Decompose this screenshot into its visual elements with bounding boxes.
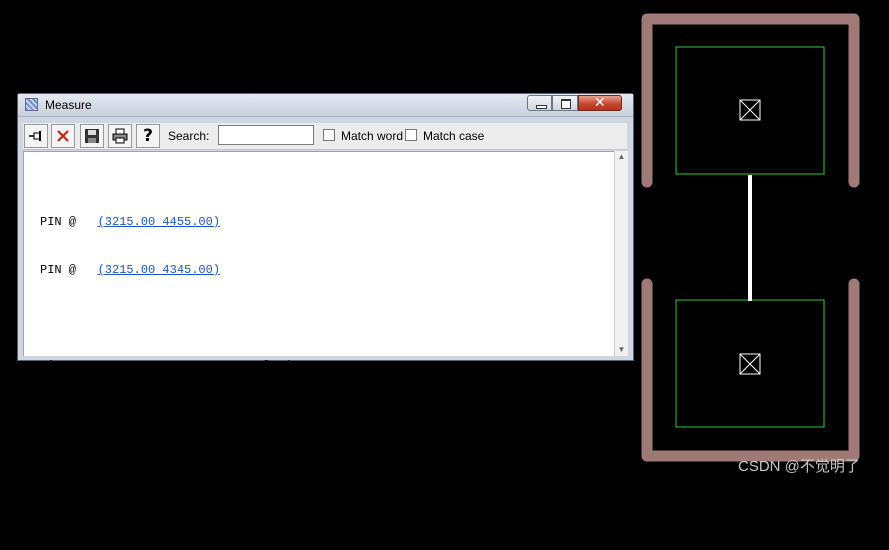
maximize-icon bbox=[561, 99, 571, 109]
manhattan-line: Manhattan Dist = 110.0000 Dx = 0.0000 Dy… bbox=[40, 407, 429, 421]
scroll-up-icon[interactable]: ▲ bbox=[616, 151, 627, 163]
lower-pin-origin-icon bbox=[739, 353, 761, 375]
save-button[interactable] bbox=[80, 124, 104, 148]
pick-angle-line: Pick Angle = 90.0000 degree bbox=[40, 455, 271, 469]
match-case-label: Match case bbox=[423, 129, 485, 143]
close-button[interactable]: ✕ bbox=[578, 95, 622, 111]
search-label: Search: bbox=[168, 129, 210, 143]
print-icon bbox=[112, 128, 128, 144]
save-icon bbox=[85, 129, 99, 143]
match-case-checkbox[interactable] bbox=[405, 129, 417, 141]
search-input[interactable] bbox=[218, 125, 314, 145]
measure-report-pane[interactable]: PIN @ (3215.00 4455.00) PIN @ (3215.00 4… bbox=[23, 151, 615, 517]
delete-icon bbox=[57, 130, 69, 142]
upper-pin-origin-icon bbox=[739, 99, 761, 121]
lower-silkscreen-outline bbox=[641, 278, 860, 462]
pin-button[interactable] bbox=[24, 124, 48, 148]
pin-line-1: PIN @ (3215.00 4455.00) bbox=[40, 214, 429, 230]
title-bar[interactable]: Measure ✕ bbox=[18, 94, 633, 117]
minimize-icon bbox=[536, 105, 547, 109]
dist-line: Dist = 110.0000 Total Dist = 110.0000 bbox=[40, 359, 386, 373]
print-button[interactable] bbox=[108, 124, 132, 148]
measure-report: PIN @ (3215.00 4455.00) PIN @ (3215.00 4… bbox=[40, 182, 429, 550]
match-word-checkbox[interactable] bbox=[323, 129, 335, 141]
pin-icon bbox=[29, 131, 41, 141]
vertical-scrollbar[interactable]: ▲ ▼ bbox=[614, 151, 628, 356]
match-word-label: Match word bbox=[341, 129, 404, 143]
help-button[interactable]: ? bbox=[136, 124, 160, 148]
window-title: Measure bbox=[45, 98, 92, 112]
pin-coordinate-link-1[interactable]: (3215.00 4455.00) bbox=[98, 215, 220, 229]
minimize-button[interactable] bbox=[527, 95, 552, 111]
scroll-down-icon[interactable]: ▼ bbox=[616, 344, 627, 356]
pin-label-1: PIN @ bbox=[40, 215, 98, 229]
close-icon: ✕ bbox=[594, 95, 606, 111]
help-icon: ? bbox=[143, 126, 153, 146]
delete-button[interactable] bbox=[51, 124, 75, 148]
maximize-button[interactable] bbox=[552, 95, 578, 111]
toolbar: ? Search: Match word Match case bbox=[23, 123, 627, 150]
measure-app-icon bbox=[25, 98, 38, 111]
pin-label-2: PIN @ bbox=[40, 263, 98, 277]
watermark: CSDN @不觉明了 bbox=[738, 458, 860, 475]
air-gap-line: Air Gap = 55.00000 On layer: BOTTOM bbox=[40, 503, 365, 517]
pin-line-2: PIN @ (3215.00 4345.00) bbox=[40, 262, 429, 278]
measure-window[interactable]: Measure ✕ ? Search: Match word Match cas… bbox=[17, 93, 634, 517]
pin-coordinate-link-2[interactable]: (3215.00 4345.00) bbox=[98, 263, 220, 277]
